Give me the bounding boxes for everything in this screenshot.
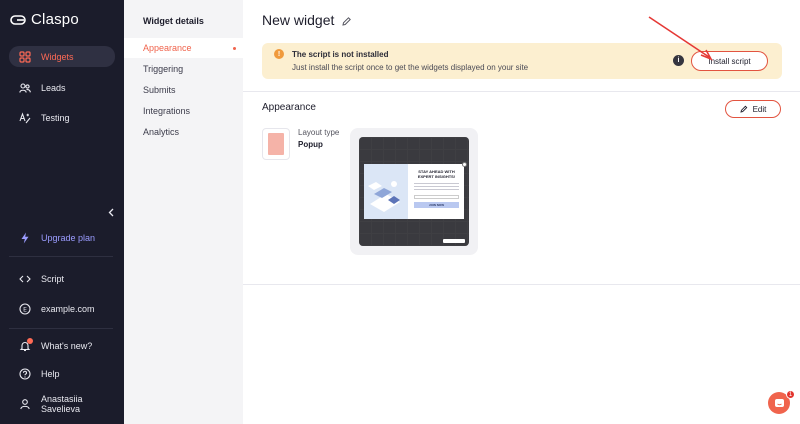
warning-icon: ! <box>274 49 284 59</box>
app-logo[interactable]: Claspo <box>10 11 79 28</box>
subnav-title: Widget details <box>143 16 204 26</box>
lightning-icon <box>19 232 31 244</box>
sidebar-item-script[interactable]: Script <box>9 268 115 289</box>
chat-unread-badge: 1 <box>786 390 795 399</box>
ab-test-icon <box>19 111 31 124</box>
user-last-name: Savelieva <box>41 404 81 414</box>
upgrade-plan-link[interactable]: Upgrade plan <box>9 227 115 248</box>
popup-text-lines <box>414 183 459 193</box>
popup-join-button: JOIN NOW <box>414 202 459 208</box>
collapse-sidebar-button[interactable] <box>106 206 116 218</box>
page-title: New widget <box>262 12 335 28</box>
install-script-button[interactable]: Install script <box>691 51 768 71</box>
edit-appearance-button[interactable]: Edit <box>725 100 781 118</box>
layout-type-value: Popup <box>298 140 323 149</box>
rename-widget-button[interactable] <box>341 14 352 26</box>
sidebar-item-leads[interactable]: Leads <box>9 77 115 98</box>
alert-subtitle: Just install the script once to get the … <box>292 63 529 72</box>
layout-type-label: Layout type <box>298 128 340 137</box>
user-name: Anastasiia Savelieva <box>41 394 83 414</box>
popup-email-field <box>414 195 459 199</box>
sidebar-divider <box>9 256 113 257</box>
code-icon <box>19 273 31 285</box>
appearance-section-title: Appearance <box>262 102 316 113</box>
grid-icon <box>19 50 31 63</box>
chat-icon <box>774 398 784 407</box>
sidebar-item-label: Widgets <box>41 51 74 62</box>
app-name: Claspo <box>31 11 79 28</box>
info-icon[interactable]: i <box>673 55 684 66</box>
sidebar-item-testing[interactable]: Testing <box>9 107 115 128</box>
main-sidebar: Claspo Widgets Leads Testing Upgrade pla… <box>0 0 124 424</box>
bell-icon <box>19 337 33 352</box>
script-warning-banner: ! The script is not installed Just insta… <box>262 43 782 79</box>
main-content: New widget ! The script is not installed… <box>243 0 800 424</box>
pencil-icon <box>739 105 747 113</box>
sidebar-item-whats-new[interactable]: What's new? <box>9 335 115 356</box>
site-icon: E <box>19 302 31 315</box>
upgrade-plan-label: Upgrade plan <box>41 232 96 243</box>
subnav-item-triggering[interactable]: Triggering <box>124 59 243 79</box>
sidebar-item-label: Help <box>41 368 60 379</box>
sidebar-divider <box>9 328 113 329</box>
sidebar-item-site[interactable]: E example.com <box>9 298 115 319</box>
sidebar-item-label: Testing <box>41 112 70 123</box>
subnav-item-submits[interactable]: Submits <box>124 80 243 100</box>
svg-text:E: E <box>23 306 27 313</box>
user-icon <box>19 398 31 410</box>
popup-footer-badge <box>443 239 465 243</box>
alert-title: The script is not installed <box>292 50 389 59</box>
chevron-left-icon <box>108 208 114 216</box>
subnav-item-appearance[interactable]: Appearance <box>124 38 243 58</box>
popup-heading: STAY AHEAD WITH EXPERT INSIGHTS! <box>417 169 456 179</box>
notification-badge <box>27 337 33 344</box>
edit-button-label: Edit <box>752 104 767 114</box>
user-first-name: Anastasiia <box>41 394 83 404</box>
pencil-icon <box>342 17 351 26</box>
layout-type-thumbnail <box>262 128 290 160</box>
sidebar-item-help[interactable]: Help <box>9 363 115 384</box>
popup-close-icon <box>462 162 467 167</box>
claspo-logo-icon <box>10 14 26 25</box>
widget-details-nav: Widget details Appearance Triggering Sub… <box>124 0 243 424</box>
sidebar-item-label: Leads <box>41 82 66 93</box>
subnav-item-integrations[interactable]: Integrations <box>124 101 243 121</box>
help-icon <box>19 367 31 380</box>
popup-preview: STAY AHEAD WITH EXPERT INSIGHTS! JOIN NO… <box>364 164 464 219</box>
widget-preview-card[interactable]: STAY AHEAD WITH EXPERT INSIGHTS! JOIN NO… <box>350 128 478 255</box>
sidebar-item-user[interactable]: Anastasiia Savelieva <box>9 392 115 416</box>
users-icon <box>19 82 31 94</box>
popup-illustration <box>364 164 408 219</box>
sidebar-item-label: example.com <box>41 303 95 314</box>
subnav-item-analytics[interactable]: Analytics <box>124 122 243 142</box>
widget-preview-screen: STAY AHEAD WITH EXPERT INSIGHTS! JOIN NO… <box>359 137 469 246</box>
sidebar-item-label: What's new? <box>41 340 93 351</box>
sidebar-item-widgets[interactable]: Widgets <box>9 46 115 67</box>
section-divider <box>243 284 800 285</box>
sidebar-item-label: Script <box>41 273 65 284</box>
section-divider <box>243 91 800 92</box>
